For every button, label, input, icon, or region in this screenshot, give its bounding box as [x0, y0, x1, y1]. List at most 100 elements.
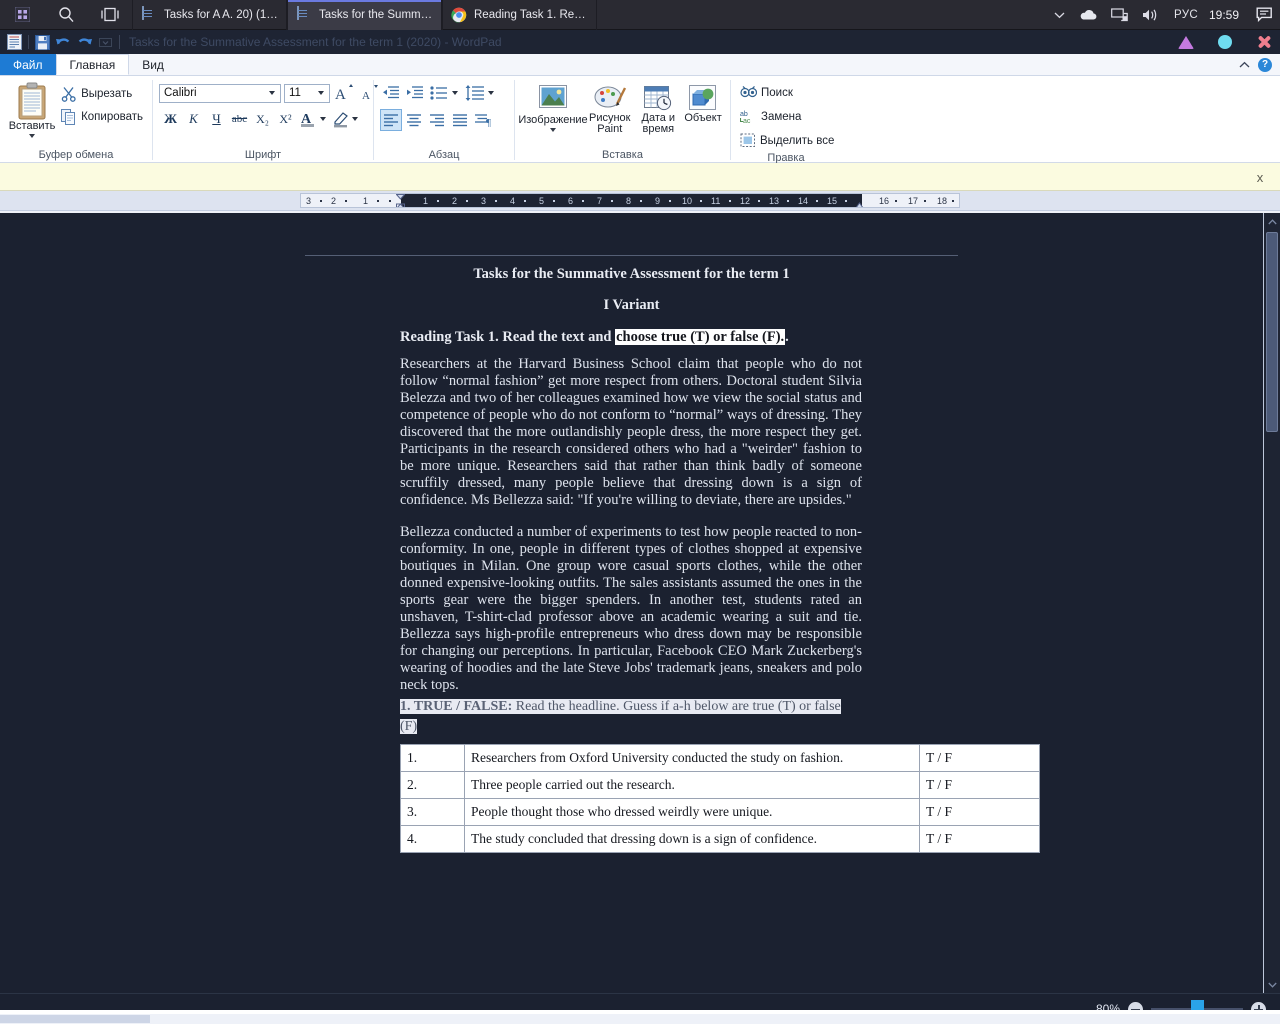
- undo-icon[interactable]: [53, 31, 74, 53]
- strikethrough-button[interactable]: abc: [228, 108, 251, 130]
- scroll-up-icon[interactable]: [1264, 213, 1280, 230]
- chevron-down-icon[interactable]: [315, 91, 327, 95]
- document-page[interactable]: Tasks for the Summative Assessment for t…: [305, 255, 1040, 993]
- minimize-triangle-icon[interactable]: [1178, 35, 1194, 49]
- chevron-down-icon[interactable]: [550, 128, 556, 132]
- paste-label: Вставить: [8, 120, 56, 132]
- replace-button[interactable]: ab ac Замена: [737, 106, 804, 127]
- cloud-icon[interactable]: [1072, 0, 1104, 30]
- ruler[interactable]: 3 2 1 1 2 3 4 5 6 7 8 9 10 11 12 13 14 1…: [300, 193, 960, 208]
- paragraph-settings-icon[interactable]: ¶: [472, 109, 494, 131]
- row-answer[interactable]: T / F: [919, 825, 1040, 853]
- ruler-label: 6: [568, 196, 574, 206]
- notification-icon[interactable]: [1249, 0, 1280, 30]
- increase-indent-icon[interactable]: [404, 82, 426, 104]
- date-time-button[interactable]: Дата и время: [635, 81, 683, 135]
- bold-button[interactable]: Ж: [159, 108, 182, 130]
- questions-table[interactable]: 1. Researchers from Oxford University co…: [400, 744, 1040, 853]
- row-answer[interactable]: T / F: [919, 771, 1040, 799]
- row-answer[interactable]: T / F: [919, 798, 1040, 826]
- find-button[interactable]: Поиск: [737, 82, 796, 103]
- redo-icon[interactable]: [74, 31, 95, 53]
- table-row[interactable]: 3. People thought those who dressed weir…: [400, 798, 1040, 826]
- scroll-down-icon[interactable]: [1264, 976, 1280, 993]
- decrease-indent-icon[interactable]: [380, 82, 402, 104]
- ruler-label: 5: [539, 196, 545, 206]
- tf-instruction-bold: 1. TRUE / FALSE:: [400, 699, 513, 714]
- group-title-clipboard: Буфер обмена: [38, 149, 114, 161]
- chevron-down-icon[interactable]: [266, 91, 278, 95]
- tf-instruction: 1. TRUE / FALSE: Read the headline. Gues…: [400, 699, 841, 734]
- chevron-up-icon[interactable]: [1239, 56, 1250, 74]
- search-icon[interactable]: [44, 0, 88, 30]
- superscript-button[interactable]: X²: [274, 108, 297, 130]
- first-line-indent-marker[interactable]: [395, 194, 406, 207]
- paste-button[interactable]: Вставить: [6, 79, 58, 138]
- grow-font-icon[interactable]: A: [333, 82, 356, 104]
- language-indicator[interactable]: РУС: [1167, 0, 1205, 30]
- taskbar-item-2[interactable]: Reading Task 1. Read ...: [442, 0, 597, 30]
- start-grid-icon[interactable]: [0, 0, 44, 30]
- chevron-down-icon[interactable]: [29, 134, 36, 138]
- tab-home[interactable]: Главная: [55, 54, 130, 75]
- maximize-circle-icon[interactable]: [1218, 35, 1232, 49]
- group-title-font: Шрифт: [244, 149, 282, 161]
- cut-button[interactable]: Вырезать: [58, 83, 146, 104]
- ruler-label: 1: [423, 196, 429, 206]
- line-spacing-icon[interactable]: [464, 82, 486, 104]
- right-indent-marker[interactable]: [855, 194, 864, 207]
- cut-label: Вырезать: [81, 87, 133, 100]
- tab-view[interactable]: Вид: [129, 54, 177, 75]
- save-icon[interactable]: [32, 31, 53, 53]
- clock[interactable]: 19:59: [1205, 8, 1249, 22]
- select-all-button[interactable]: Выделить все: [737, 130, 837, 151]
- row-answer[interactable]: T / F: [919, 744, 1040, 772]
- paint-drawing-button[interactable]: Рисунок Paint: [585, 81, 635, 135]
- ribbon-group-insert: Изображение Рисунок Paint Дата и время О…: [515, 76, 730, 163]
- tab-file[interactable]: Файл: [0, 54, 56, 75]
- replace-label: Замена: [761, 110, 802, 123]
- taskbar-item-0[interactable]: Tasks for A A. 20) (1) ...: [132, 0, 287, 30]
- task-view-icon[interactable]: [88, 0, 132, 30]
- font-name-combo[interactable]: Calibri: [159, 83, 281, 103]
- bullet-list-icon[interactable]: [428, 82, 450, 104]
- table-row[interactable]: 1. Researchers from Oxford University co…: [400, 744, 1040, 772]
- table-row[interactable]: 2. Three people carried out the research…: [400, 771, 1040, 799]
- subscript-button[interactable]: X₂: [251, 108, 274, 130]
- justify-icon[interactable]: [449, 109, 471, 131]
- ruler-label: 2: [452, 196, 458, 206]
- document-title: Tasks for the Summative Assessment for t…: [473, 266, 790, 282]
- table-row[interactable]: 4. The study concluded that dressing dow…: [400, 825, 1040, 853]
- help-icon[interactable]: ?: [1258, 57, 1272, 72]
- vertical-scrollbar[interactable]: [1263, 213, 1280, 993]
- font-size-combo[interactable]: 11: [284, 83, 330, 103]
- document-canvas[interactable]: Tasks for the Summative Assessment for t…: [0, 213, 1280, 993]
- align-right-icon[interactable]: [426, 109, 448, 131]
- scrollbar-thumb[interactable]: [1266, 232, 1278, 432]
- align-center-icon[interactable]: [403, 109, 425, 131]
- scrollbar-thumb[interactable]: [0, 1015, 150, 1023]
- ribbon-right-controls: ?: [1239, 54, 1280, 75]
- speaker-icon[interactable]: [1135, 0, 1167, 30]
- close-x-icon[interactable]: [1256, 34, 1272, 50]
- italic-button[interactable]: К: [182, 108, 205, 130]
- svg-text:ab: ab: [740, 111, 748, 118]
- align-left-icon[interactable]: [380, 109, 402, 131]
- tf-instruction-wrap: 1. TRUE / FALSE: Read the headline. Gues…: [400, 697, 855, 736]
- insert-object-button[interactable]: Объект: [682, 81, 724, 124]
- font-color-icon[interactable]: A: [297, 108, 320, 130]
- network-icon[interactable]: [1104, 0, 1135, 30]
- show-hidden-icons-icon[interactable]: [1047, 0, 1072, 30]
- wordpad-app-icon[interactable]: [4, 31, 25, 53]
- text-highlight-icon[interactable]: [329, 108, 352, 130]
- customize-qat-icon[interactable]: [95, 31, 116, 53]
- underline-button[interactable]: Ч: [205, 108, 228, 130]
- insert-picture-button[interactable]: Изображение: [518, 81, 588, 132]
- body-paragraph-2: Bellezza conducted a number of experimen…: [400, 524, 862, 693]
- close-icon[interactable]: x: [1250, 167, 1270, 187]
- horizontal-scrollbar[interactable]: [0, 1014, 1280, 1024]
- taskbar-item-1[interactable]: Tasks for the Summat...: [287, 0, 442, 30]
- ruler-label: 16: [879, 196, 890, 206]
- copy-button[interactable]: Копировать: [58, 106, 146, 127]
- wordpad-document-icon: [296, 5, 312, 23]
